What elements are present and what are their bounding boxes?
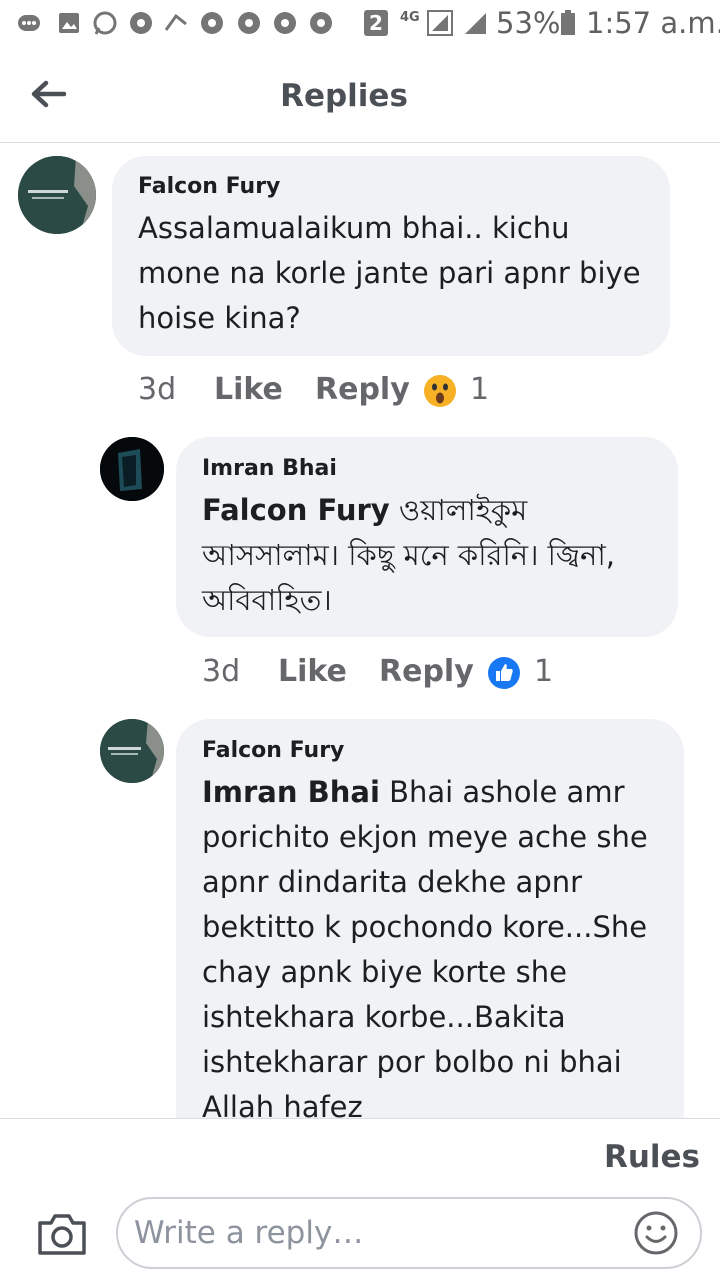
page-title: Replies — [280, 78, 408, 114]
clock: 1:57 a.m. — [586, 6, 720, 40]
reply-button[interactable]: Reply — [315, 372, 410, 407]
reaction-count: 1 — [534, 654, 554, 689]
avatar[interactable] — [100, 437, 164, 501]
avatar[interactable] — [100, 719, 164, 783]
whatsapp-icon — [93, 11, 117, 35]
reply-button[interactable]: Reply — [379, 654, 474, 689]
status-bar: 2 4G 53% 1:57 a.m. — [0, 0, 720, 50]
chrome-icon — [274, 12, 296, 34]
comment-author[interactable]: Imran Bhai — [202, 456, 337, 481]
rules-link[interactable]: Rules — [604, 1139, 700, 1175]
chrome-icon — [310, 12, 332, 34]
avatar-image — [100, 719, 164, 783]
avatar[interactable] — [18, 156, 96, 234]
comment-actions: 3d Like Reply 1 — [202, 654, 602, 694]
reaction-count: 1 — [470, 372, 490, 407]
comment-text: Assalamualaikum bhai.. kichu mone na kor… — [138, 211, 641, 335]
phone-missed-icon — [164, 13, 187, 31]
mention-tag[interactable]: Falcon Fury — [202, 493, 390, 527]
comment-author[interactable]: Falcon Fury — [138, 174, 280, 199]
comment-author[interactable]: Falcon Fury — [202, 738, 344, 763]
reply-composer: Rules Write a reply… — [0, 1118, 720, 1281]
like-button[interactable]: Like — [214, 372, 283, 407]
comment-text-body: Bhai ashole amr porichito ekjon meye ach… — [202, 775, 648, 1124]
avatar-image — [18, 156, 96, 234]
gallery-icon — [59, 13, 79, 33]
chrome-icon — [201, 12, 223, 34]
mention-tag[interactable]: Imran Bhai — [202, 775, 380, 809]
comment-actions: 3d Like Reply 1 — [138, 372, 538, 412]
comment-time: 3d — [202, 654, 241, 689]
battery-icon — [561, 10, 575, 35]
chrome-icon — [238, 12, 260, 34]
battery-percent: 53% — [496, 6, 561, 40]
comment-text: Imran Bhai Bhai ashole amr porichito ekj… — [202, 770, 670, 1130]
chrome-icon — [130, 12, 152, 34]
like-reaction-icon[interactable] — [487, 656, 521, 690]
notification-badge: 2 — [364, 10, 388, 36]
like-button[interactable]: Like — [278, 654, 347, 689]
comment-time: 3d — [138, 372, 177, 407]
emoji-icon[interactable] — [632, 1209, 680, 1257]
comment-text: Falcon Fury ওয়ালাইকুম আসসালাম। কিছু মনে… — [202, 488, 666, 623]
signal-icon — [465, 13, 486, 34]
signal-icon — [427, 10, 453, 36]
header: Replies — [0, 50, 720, 143]
avatar-image — [100, 437, 164, 501]
camera-icon[interactable] — [36, 1211, 88, 1257]
wow-reaction-icon[interactable] — [423, 374, 457, 408]
reply-input[interactable]: Write a reply… — [116, 1197, 702, 1269]
chat-bubble-icon — [18, 15, 40, 31]
network-type: 4G — [400, 10, 420, 25]
reply-placeholder: Write a reply… — [134, 1215, 364, 1251]
